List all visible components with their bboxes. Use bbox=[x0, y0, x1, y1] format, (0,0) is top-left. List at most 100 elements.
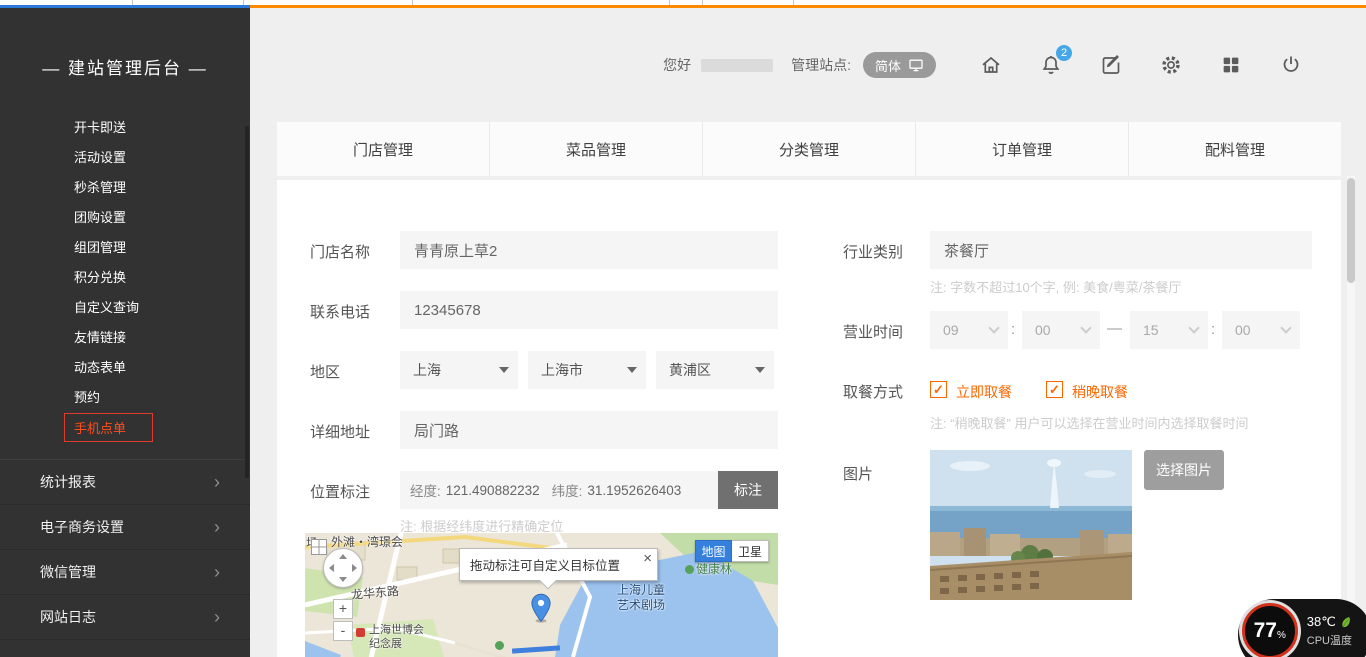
compose-button[interactable] bbox=[1098, 52, 1124, 78]
sidebar-item-open-card-gift[interactable]: 开卡即送 bbox=[0, 113, 250, 143]
industry-input[interactable]: 茶餐厅 bbox=[930, 231, 1312, 269]
city-select[interactable]: 上海市 bbox=[528, 351, 646, 389]
section-label: 统计报表 bbox=[40, 472, 96, 492]
sidebar-item-custom-query[interactable]: 自定义查询 bbox=[0, 293, 250, 323]
close-icon[interactable]: × bbox=[643, 550, 652, 567]
section-label: 网站日志 bbox=[40, 607, 96, 627]
start-minute-select[interactable]: 00 bbox=[1022, 311, 1100, 349]
map-zoom-out-button[interactable]: - bbox=[333, 621, 353, 641]
monitor-icon bbox=[908, 57, 924, 73]
time-colon: : bbox=[1011, 321, 1015, 338]
settings-button[interactable] bbox=[1158, 52, 1184, 78]
immediate-pickup-label[interactable]: 立即取餐 bbox=[956, 382, 1012, 402]
longitude-value: 121.490882232 bbox=[446, 483, 540, 498]
tab-order-management[interactable]: 订单管理 bbox=[916, 122, 1129, 176]
home-button[interactable] bbox=[978, 52, 1004, 78]
chevron-down-icon bbox=[988, 322, 999, 333]
sidebar-section-statistics[interactable]: 统计报表 › bbox=[0, 460, 250, 505]
username-redacted bbox=[701, 59, 773, 72]
browser-chrome-strip bbox=[0, 0, 1366, 8]
checkbox-immediate-pickup[interactable]: ✓ bbox=[930, 381, 947, 398]
tab-ingredient-management[interactable]: 配料管理 bbox=[1129, 122, 1341, 176]
sidebar-item-activity-settings[interactable]: 活动设置 bbox=[0, 143, 250, 173]
sidebar-sections: 统计报表 › 电子商务设置 › 微信管理 › 网站日志 › bbox=[0, 459, 250, 640]
sidebar-item-team-group[interactable]: 组团管理 bbox=[0, 233, 250, 263]
sidebar-item-label: 团购设置 bbox=[74, 210, 126, 225]
industry-note: 注: 字数不超过10个字, 例: 美食/粤菜/茶餐厅 bbox=[930, 277, 1181, 296]
later-pickup-label[interactable]: 稍晚取餐 bbox=[1072, 382, 1128, 402]
map-overview-icon[interactable] bbox=[311, 539, 327, 555]
sidebar-item-label: 秒杀管理 bbox=[74, 180, 126, 195]
store-form-panel: 门店名称 青青原上草2 联系电话 12345678 地区 上海 上海市 黄浦区 … bbox=[277, 180, 1341, 657]
sidebar-item-group-buy[interactable]: 团购设置 bbox=[0, 203, 250, 233]
caret-down-icon bbox=[755, 367, 765, 373]
district-select[interactable]: 黄浦区 bbox=[656, 351, 774, 389]
notifications-button[interactable]: 2 bbox=[1038, 52, 1064, 78]
end-minute-select[interactable]: 00 bbox=[1222, 311, 1300, 349]
map-marker-pin[interactable] bbox=[530, 593, 552, 628]
sidebar-item-flash-sale[interactable]: 秒杀管理 bbox=[0, 173, 250, 203]
pickup-label: 取餐方式 bbox=[843, 381, 903, 402]
province-select[interactable]: 上海 bbox=[400, 351, 518, 389]
satellite-view-button[interactable]: 卫星 bbox=[732, 540, 769, 562]
language-button[interactable]: 简体 bbox=[863, 52, 936, 78]
sidebar-section-site-logs[interactable]: 网站日志 › bbox=[0, 595, 250, 640]
tab-dish-management[interactable]: 菜品管理 bbox=[490, 122, 703, 176]
end-minute-value: 00 bbox=[1235, 322, 1251, 338]
sidebar-item-friend-links[interactable]: 友情链接 bbox=[0, 323, 250, 353]
checkbox-later-pickup[interactable]: ✓ bbox=[1046, 381, 1063, 398]
tab-category-management[interactable]: 分类管理 bbox=[703, 122, 916, 176]
store-name-input[interactable]: 青青原上草2 bbox=[400, 231, 778, 269]
store-name-label: 门店名称 bbox=[310, 241, 370, 262]
sidebar-item-label: 自定义查询 bbox=[74, 300, 139, 315]
logout-button[interactable] bbox=[1278, 52, 1304, 78]
city-value: 上海市 bbox=[541, 360, 583, 380]
screen: — 建站管理后台 — 开卡即送 活动设置 秒杀管理 团购设置 组团管理 积分兑换… bbox=[0, 0, 1366, 657]
location-coordinates-box: 经度: 121.490882232 纬度: 31.1952626403 bbox=[400, 471, 718, 509]
chevron-right-icon: › bbox=[214, 608, 220, 626]
map-tooltip: 拖动标注可自定义目标位置 × bbox=[459, 548, 658, 581]
chevron-right-icon: › bbox=[214, 518, 220, 536]
map-zoom-in-button[interactable]: + bbox=[333, 599, 353, 619]
park-poi-icon bbox=[685, 565, 694, 574]
pan-left-icon bbox=[329, 564, 334, 572]
mark-location-button[interactable]: 标注 bbox=[718, 471, 778, 509]
page-scrollbar[interactable] bbox=[1347, 176, 1355, 657]
start-hour-select[interactable]: 09 bbox=[930, 311, 1008, 349]
sidebar-section-wechat[interactable]: 微信管理 › bbox=[0, 550, 250, 595]
phone-input[interactable]: 12345678 bbox=[400, 291, 778, 329]
map-pan-control[interactable] bbox=[323, 548, 363, 588]
manage-site-label: 管理站点: bbox=[791, 55, 851, 75]
sidebar-item-points-exchange[interactable]: 积分兑换 bbox=[0, 263, 250, 293]
address-label: 详细地址 bbox=[310, 421, 370, 442]
caret-down-icon bbox=[627, 367, 637, 373]
apps-button[interactable] bbox=[1218, 52, 1244, 78]
end-hour-select[interactable]: 15 bbox=[1130, 311, 1208, 349]
tab-store-management[interactable]: 门店管理 bbox=[277, 122, 490, 176]
chrome-accent-line bbox=[0, 5, 1366, 8]
home-icon bbox=[979, 53, 1003, 77]
time-colon: : bbox=[1211, 321, 1215, 338]
scrollbar-thumb[interactable] bbox=[1347, 178, 1355, 283]
sidebar-item-dynamic-forms[interactable]: 动态表单 bbox=[0, 353, 250, 383]
gear-icon bbox=[1159, 53, 1183, 77]
map-view-button[interactable]: 地图 bbox=[695, 540, 732, 562]
sidebar-item-label: 友情链接 bbox=[74, 330, 126, 345]
store-photo bbox=[930, 450, 1132, 600]
sidebar-item-booking[interactable]: 预约 bbox=[0, 383, 250, 413]
sidebar-item-mobile-ordering[interactable]: 手机点单 bbox=[0, 413, 250, 443]
section-label: 微信管理 bbox=[40, 562, 96, 582]
notification-badge: 2 bbox=[1056, 45, 1072, 61]
main-area: 您好 管理站点: 简体 2 bbox=[250, 8, 1366, 657]
pan-right-icon bbox=[352, 564, 357, 572]
chevron-right-icon: › bbox=[214, 563, 220, 581]
sidebar-section-ecommerce-settings[interactable]: 电子商务设置 › bbox=[0, 505, 250, 550]
start-hour-value: 09 bbox=[943, 322, 959, 338]
sidebar-scrollbar[interactable] bbox=[245, 126, 249, 478]
cpu-usage-gauge: 77 % bbox=[1242, 603, 1298, 657]
cpu-temp-label: CPU温度 bbox=[1307, 632, 1352, 648]
check-icon: ✓ bbox=[933, 382, 944, 398]
expo-poi-icon bbox=[356, 628, 365, 637]
address-input[interactable]: 局门路 bbox=[400, 411, 778, 449]
choose-image-button[interactable]: 选择图片 bbox=[1144, 450, 1224, 490]
